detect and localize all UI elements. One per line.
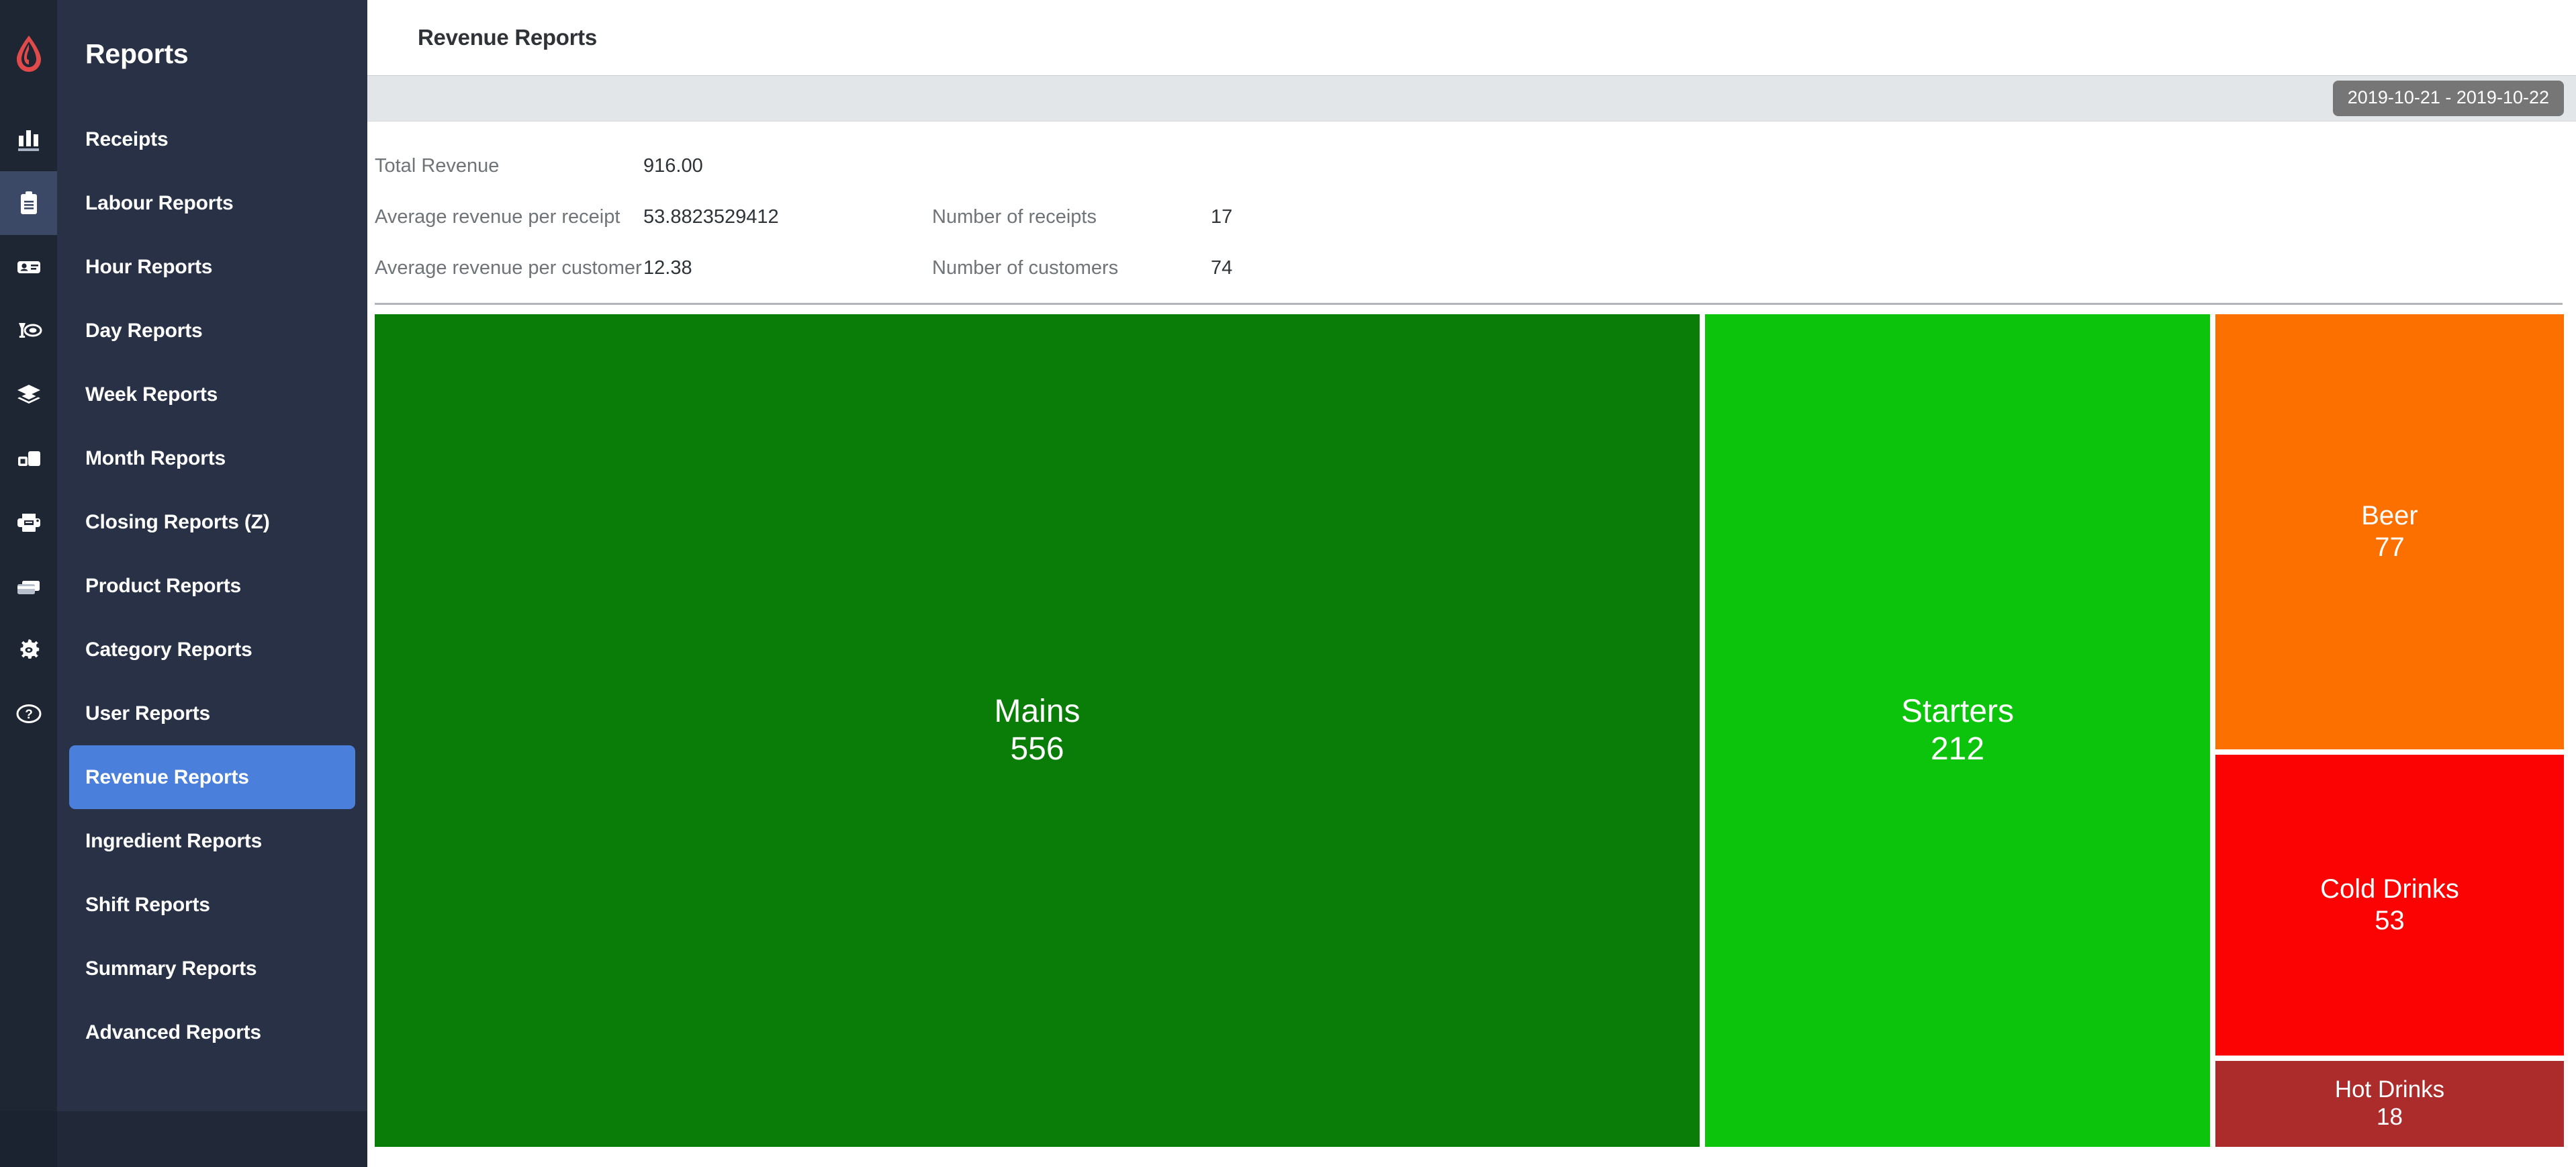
help-circle-icon: ? [16, 704, 41, 723]
treemap-tile-starters-label: Starters [1900, 693, 2015, 729]
sidebar-item-user-reports[interactable]: User Reports [69, 682, 355, 745]
rail-item-printer[interactable] [0, 490, 57, 554]
rail-item-devices[interactable] [0, 426, 57, 490]
clipboard-icon [20, 191, 37, 214]
sidebar-item-ingredient-reports[interactable]: Ingredient Reports [69, 809, 355, 873]
sidebar-item-week-reports[interactable]: Week Reports [69, 363, 355, 426]
sidebar-item-summary-reports[interactable]: Summary Reports [69, 937, 355, 1000]
dining-plate-glass-icon [18, 322, 42, 338]
page-title: Revenue Reports [418, 25, 597, 50]
rail-item-id-card[interactable] [0, 235, 57, 299]
sidebar-item-shift-reports[interactable]: Shift Reports [69, 873, 355, 937]
stat-row-averages-customers: Average revenue per customer 12.38 Numbe… [367, 242, 2576, 293]
treemap-tile-hot-drinks-label: Hot Drinks [2334, 1076, 2445, 1103]
treemap-tile-starters-content: Starters 212 [1898, 690, 2017, 771]
treemap-tile-starters-value: 212 [1930, 731, 1985, 767]
sidebar-item-month-reports[interactable]: Month Reports [69, 426, 355, 490]
summary-stats: Total Revenue 916.00 Average revenue per… [367, 122, 2576, 305]
sidebar-item-day-reports[interactable]: Day Reports [69, 299, 355, 363]
stat-row-total-revenue: Total Revenue 916.00 [367, 140, 2576, 191]
main-header: Revenue Reports [367, 0, 2576, 76]
bar-chart-icon [17, 130, 39, 151]
treemap-tile-mains[interactable]: Mains 556 [375, 314, 1700, 1147]
revenue-treemap: Mains 556 Starters 212 Beer 77 Cold Drin… [375, 314, 2564, 1147]
treemap-tile-mains-content: Mains 556 [991, 690, 1083, 771]
sidebar-item-labour-reports[interactable]: Labour Reports [69, 171, 355, 235]
treemap-tile-cold-drinks-label: Cold Drinks [2320, 874, 2459, 904]
avg-revenue-per-receipt-label: Average revenue per receipt [375, 205, 620, 228]
treemap-tile-beer-label: Beer [2361, 501, 2418, 531]
number-of-customers-value: 74 [1211, 256, 1233, 279]
main-content: Revenue Reports 2019-10-21 - 2019-10-22 … [367, 0, 2576, 1167]
number-of-receipts-value: 17 [1211, 205, 1233, 228]
treemap-tile-hot-drinks[interactable]: Hot Drinks 18 [2215, 1061, 2564, 1147]
sidebar-item-receipts[interactable]: Receipts [69, 107, 355, 171]
treemap-container: Mains 556 Starters 212 Beer 77 Cold Drin… [367, 305, 2576, 1167]
treemap-tile-mains-value: 556 [1010, 731, 1064, 767]
treemap-tile-mains-label: Mains [994, 693, 1080, 729]
treemap-tile-hot-drinks-value: 18 [2377, 1104, 2403, 1130]
lightspeed-flame-logo-icon [16, 36, 41, 72]
app-logo[interactable] [0, 0, 57, 107]
report-toolbar: 2019-10-21 - 2019-10-22 [367, 76, 2576, 122]
stat-row-averages-receipts: Average revenue per receipt 53.882352941… [367, 191, 2576, 242]
sidebar-item-revenue-reports[interactable]: Revenue Reports [69, 745, 355, 809]
app-root: ? Reports Receipts Labour Reports Hour R… [0, 0, 2576, 1167]
layers-icon [17, 384, 40, 404]
sidebar-item-closing-reports-z[interactable]: Closing Reports (Z) [69, 490, 355, 554]
treemap-tile-beer-value: 77 [2375, 532, 2405, 562]
gear-icon [20, 639, 39, 659]
total-revenue-value: 916.00 [643, 154, 703, 177]
treemap-tile-beer-content: Beer 77 [2358, 498, 2421, 566]
avg-revenue-per-customer-label: Average revenue per customer [375, 256, 642, 279]
sidebar-nav-list: Receipts Labour Reports Hour Reports Day… [57, 107, 367, 1064]
total-revenue-label: Total Revenue [375, 154, 500, 177]
avg-revenue-per-receipt-value: 53.8823529412 [643, 205, 779, 228]
credit-cards-icon [17, 580, 40, 594]
treemap-tile-cold-drinks-value: 53 [2375, 906, 2405, 935]
printer-icon [17, 513, 40, 532]
rail-item-credit-cards[interactable] [0, 554, 57, 618]
number-of-customers-label: Number of customers [932, 256, 1119, 279]
sidebar-item-hour-reports[interactable]: Hour Reports [69, 235, 355, 299]
number-of-receipts-label: Number of receipts [932, 205, 1097, 228]
devices-icon [17, 451, 40, 466]
treemap-tile-cold-drinks[interactable]: Cold Drinks 53 [2215, 755, 2564, 1056]
treemap-tile-cold-drinks-content: Cold Drinks 53 [2317, 871, 2462, 939]
rail-item-settings[interactable] [0, 618, 57, 682]
sidebar-title: Reports [85, 38, 189, 69]
sidebar-item-product-reports[interactable]: Product Reports [69, 554, 355, 618]
sidebar-item-category-reports[interactable]: Category Reports [69, 618, 355, 682]
treemap-tile-beer[interactable]: Beer 77 [2215, 314, 2564, 749]
sidebar-footer [57, 1111, 367, 1167]
svg-text:?: ? [25, 708, 33, 722]
treemap-tile-hot-drinks-content: Hot Drinks 18 [2332, 1074, 2447, 1134]
rail-item-layers[interactable] [0, 363, 57, 426]
rail-item-bar-chart[interactable] [0, 107, 57, 171]
treemap-tile-starters[interactable]: Starters 212 [1705, 314, 2210, 1147]
sidebar-item-advanced-reports[interactable]: Advanced Reports [69, 1000, 355, 1064]
rail-footer [0, 1111, 57, 1167]
rail-item-dining[interactable] [0, 299, 57, 363]
id-card-icon [17, 261, 40, 273]
date-range-badge[interactable]: 2019-10-21 - 2019-10-22 [2332, 81, 2564, 116]
rail-item-clipboard[interactable] [0, 171, 57, 235]
sidebar: Reports Receipts Labour Reports Hour Rep… [57, 0, 367, 1167]
avg-revenue-per-customer-value: 12.38 [643, 256, 692, 279]
rail-item-help[interactable]: ? [0, 682, 57, 745]
icon-rail: ? [0, 0, 57, 1167]
